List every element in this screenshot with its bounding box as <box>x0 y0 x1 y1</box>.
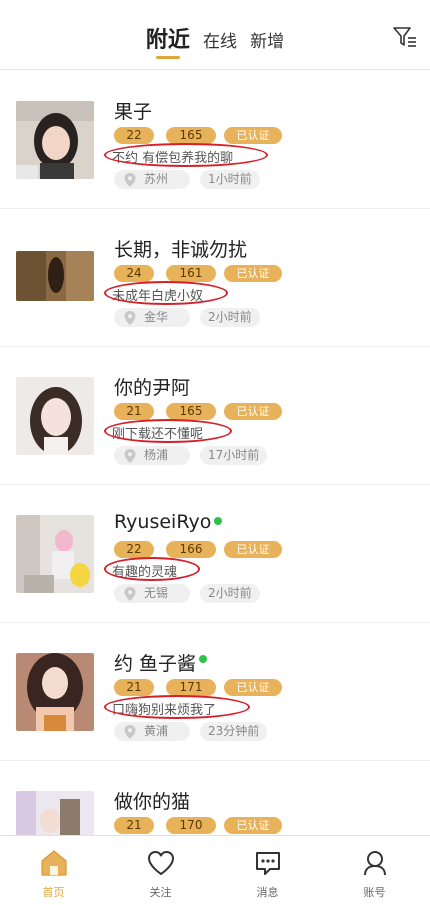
age-tag: 21 <box>114 403 154 420</box>
user-name: 约 鱼子酱 <box>114 649 208 676</box>
user-card[interactable]: 你的尹阿 21 165 已认证 刚下载还不懂呢 杨浦 17小时前 <box>0 347 430 485</box>
user-avatar[interactable] <box>16 515 94 593</box>
verified-badge: 已认证 <box>224 541 282 558</box>
nav-follow-label: 关注 <box>149 886 172 899</box>
verified-badge: 已认证 <box>224 817 282 834</box>
account-icon <box>364 851 386 876</box>
user-avatar[interactable] <box>16 377 94 455</box>
location-pin-icon <box>124 173 136 187</box>
verified-badge: 已认证 <box>224 403 282 420</box>
tab-new[interactable]: 新增 <box>250 27 284 52</box>
nav-account[interactable]: 账号 <box>321 836 428 905</box>
user-bio: 不约 有偿包养我的聊 <box>104 143 268 167</box>
last-active-pill: 23分钟前 <box>200 722 268 741</box>
age-tag: 22 <box>114 541 154 558</box>
location-pill: 苏州 <box>114 170 190 189</box>
location-pin-icon <box>124 449 136 463</box>
heart-icon <box>148 851 174 875</box>
nav-messages-label: 消息 <box>256 886 279 899</box>
nav-messages[interactable]: 消息 <box>214 836 321 905</box>
height-tag: 170 <box>166 817 216 834</box>
nav-account-label: 账号 <box>363 886 386 899</box>
user-bio: 未成年白虎小奴 <box>104 281 228 305</box>
height-tag: 165 <box>166 127 216 144</box>
age-tag: 24 <box>114 265 154 282</box>
location-pin-icon <box>124 587 136 601</box>
location-pin-icon <box>124 725 136 739</box>
message-icon <box>256 852 280 875</box>
location-pill: 无锡 <box>114 584 190 603</box>
location-pin-icon <box>124 311 136 325</box>
user-card[interactable]: 做你的猫 21 170 已认证 <box>0 761 430 835</box>
user-bio: 口嗨狗别来烦我了 <box>104 695 250 719</box>
home-icon <box>41 850 67 876</box>
last-active-pill: 17小时前 <box>200 446 268 465</box>
user-card[interactable]: 长期，非诚勿扰 24 161 已认证 未成年白虎小奴 金华 2小时前 <box>0 209 430 347</box>
verified-badge: 已认证 <box>224 127 282 144</box>
verified-badge: 已认证 <box>224 265 282 282</box>
tab-nearby[interactable]: 附近 <box>145 22 190 59</box>
age-tag: 21 <box>114 817 154 834</box>
age-tag: 21 <box>114 679 154 696</box>
verified-badge: 已认证 <box>224 679 282 696</box>
tab-new-label: 新增 <box>250 32 285 52</box>
last-active-pill: 2小时前 <box>200 308 260 327</box>
age-tag: 22 <box>114 127 154 144</box>
filter-icon[interactable] <box>392 24 418 50</box>
height-tag: 165 <box>166 403 216 420</box>
height-tag: 171 <box>166 679 216 696</box>
user-avatar[interactable] <box>16 791 94 835</box>
location-pill: 黄浦 <box>114 722 190 741</box>
tab-nearby-label: 附近 <box>145 28 190 53</box>
top-bar: 附近 在线 新增 <box>0 0 430 70</box>
tab-online-label: 在线 <box>203 32 237 52</box>
height-tag: 161 <box>166 265 216 282</box>
active-tab-indicator <box>155 56 180 59</box>
user-avatar[interactable] <box>16 653 94 731</box>
user-bio: 刚下载还不懂呢 <box>104 419 232 443</box>
user-avatar[interactable] <box>16 251 94 301</box>
online-indicator <box>199 655 208 663</box>
user-card[interactable]: 约 鱼子酱 21 171 已认证 口嗨狗别来烦我了 黄浦 23分钟前 <box>0 623 430 761</box>
nav-home-label: 首页 <box>42 886 65 899</box>
nav-home[interactable]: 首页 <box>0 836 107 905</box>
tab-bar: 附近 在线 新增 <box>0 22 430 59</box>
nearby-user-list: 果子 22 165 已认证 不约 有偿包养我的聊 苏州 1小时前 长期，非诚勿扰 <box>0 71 430 835</box>
user-card[interactable]: 果子 22 165 已认证 不约 有偿包养我的聊 苏州 1小时前 <box>0 71 430 209</box>
user-card[interactable]: RyuseiRyo 22 166 已认证 有趣的灵魂 无锡 2小时前 <box>0 485 430 623</box>
user-name: 果子 <box>114 101 153 123</box>
bottom-navigation: 首页 关注 消息 账号 <box>0 835 430 905</box>
user-name: 做你的猫 <box>114 791 191 813</box>
online-indicator <box>214 517 223 525</box>
location-pill: 金华 <box>114 308 190 327</box>
nav-follow[interactable]: 关注 <box>107 836 214 905</box>
user-avatar[interactable] <box>16 101 94 179</box>
user-name: 你的尹阿 <box>114 377 191 399</box>
user-name: 长期，非诚勿扰 <box>114 239 248 261</box>
last-active-pill: 1小时前 <box>200 170 260 189</box>
user-name: RyuseiRyo <box>114 511 223 533</box>
last-active-pill: 2小时前 <box>200 584 260 603</box>
tab-online[interactable]: 在线 <box>203 27 237 52</box>
location-pill: 杨浦 <box>114 446 190 465</box>
user-bio: 有趣的灵魂 <box>104 557 200 581</box>
height-tag: 166 <box>166 541 216 558</box>
